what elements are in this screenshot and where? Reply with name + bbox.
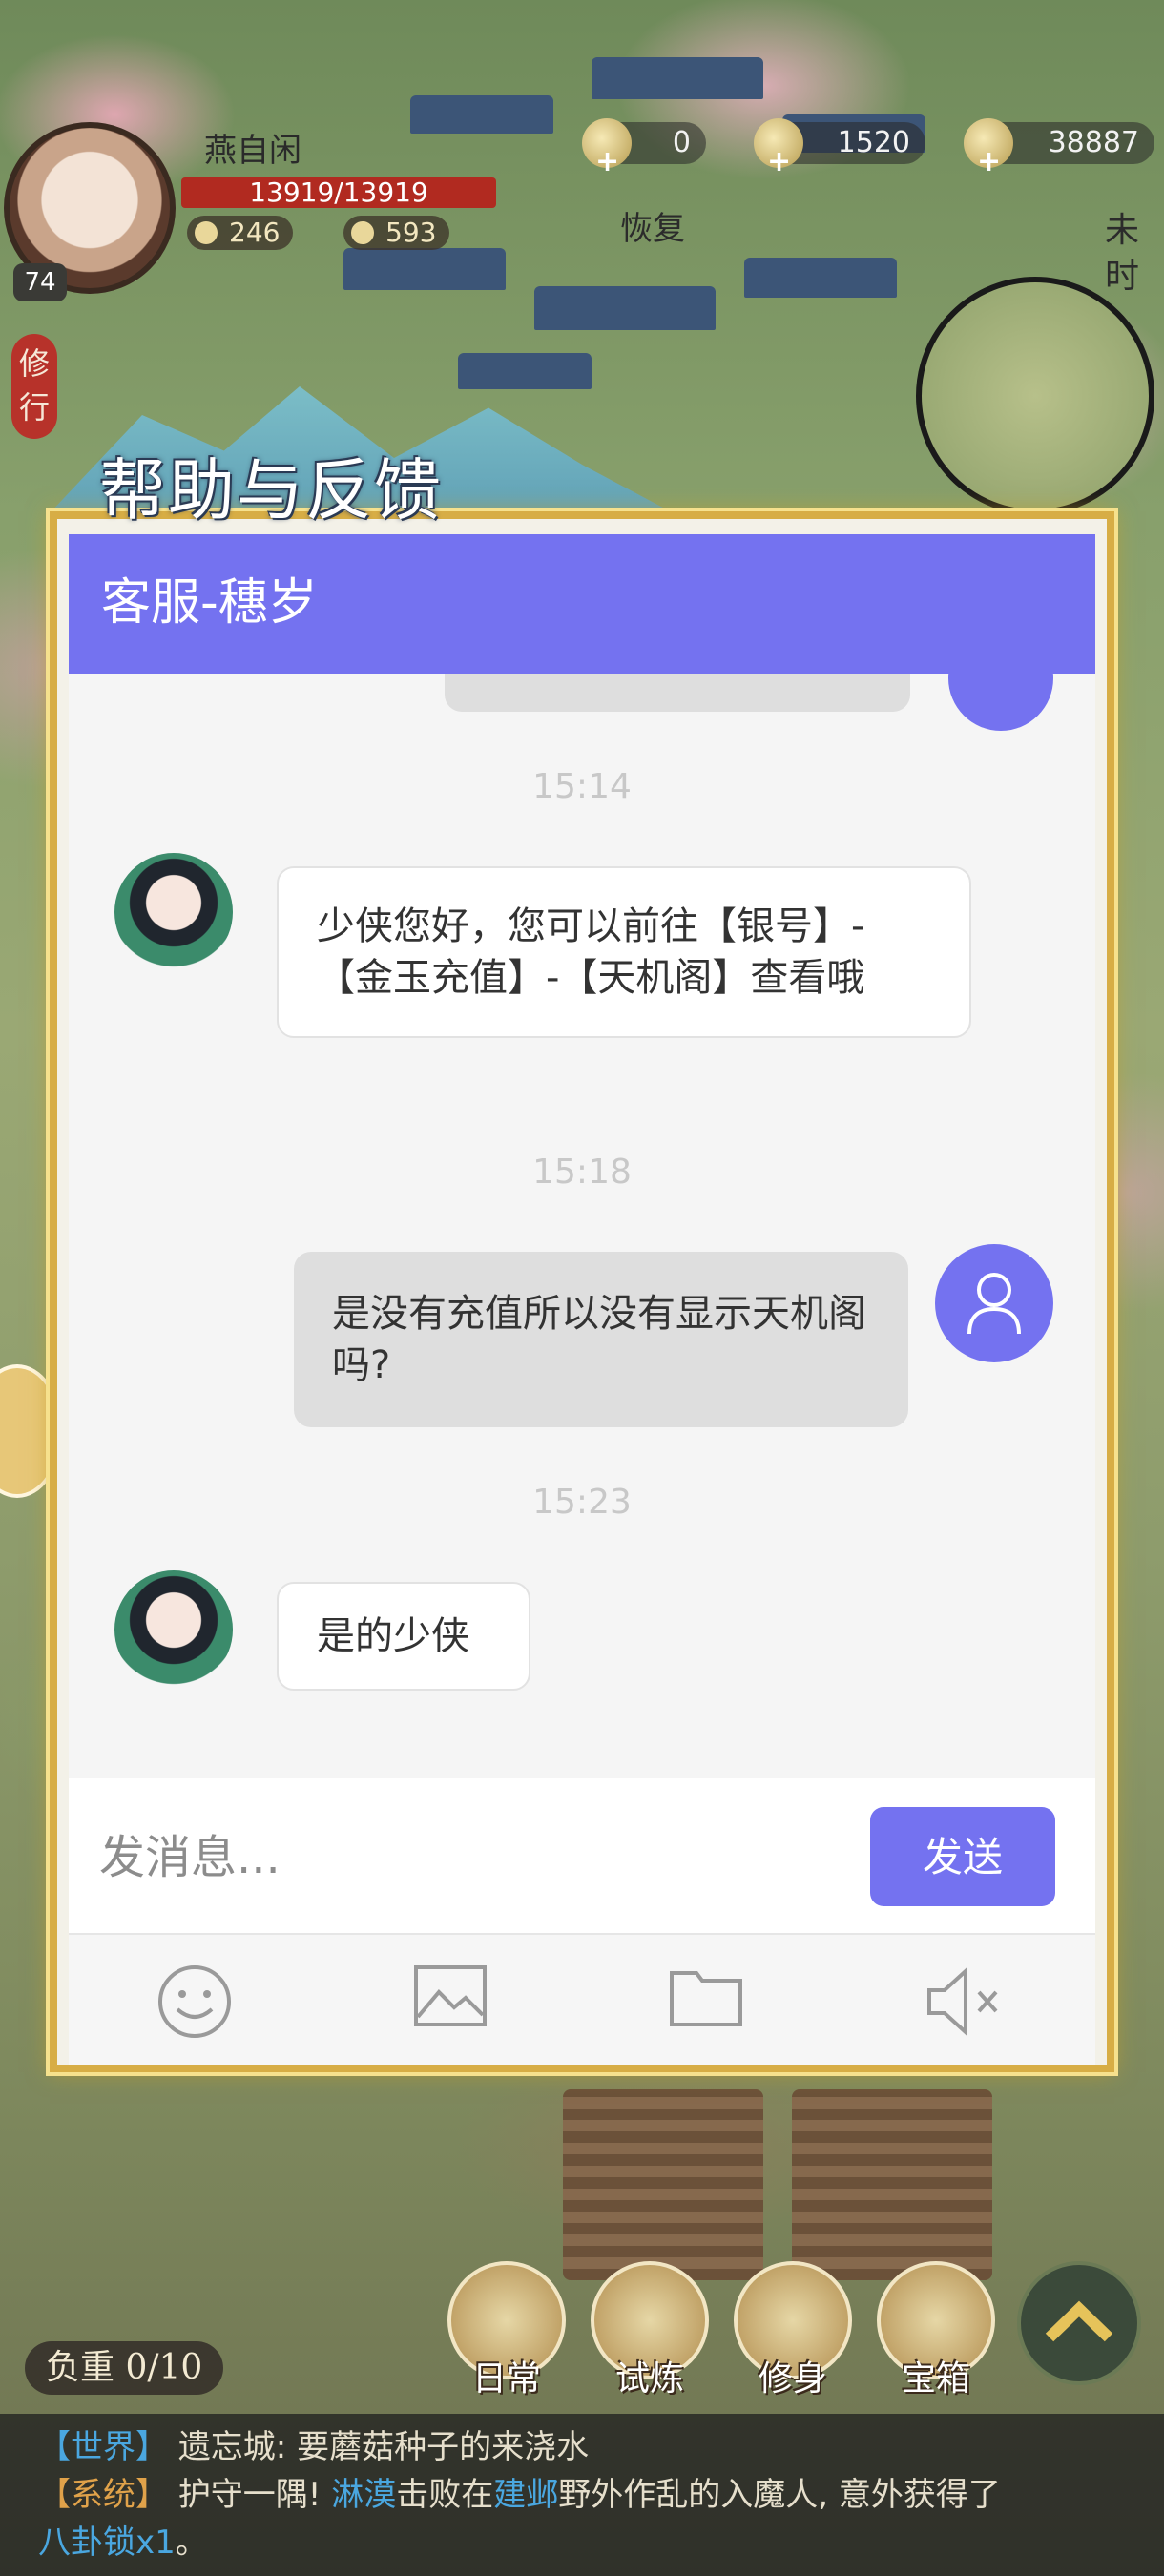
cultivate-button[interactable]: 修行 (11, 334, 57, 439)
trial-button[interactable]: 试炼 (588, 2261, 712, 2400)
level-badge: 74 (13, 263, 67, 301)
message-composer: 发送 (69, 1778, 1095, 1933)
chat-line-text: 野外作乱的入魔人, 意外获得了 (558, 2476, 1001, 2514)
support-chat-panel: 客服-穗岁 15:14 少侠您好，您可以前往【银号】-【金玉充值】-【天机阁】查… (69, 534, 1095, 2065)
stat-right: 593 (343, 216, 450, 250)
message-input[interactable] (97, 1811, 883, 1904)
chat-line: 八卦锁x1。 (38, 2519, 1164, 2566)
stat-left-value: 246 (229, 217, 281, 248)
folder-icon[interactable] (668, 1963, 754, 2040)
bun-icon (351, 221, 374, 244)
plus-icon: + (595, 145, 620, 178)
resource-jade[interactable]: + 0 (582, 118, 706, 178)
item-link[interactable]: 八卦锁x1 (38, 2524, 176, 2562)
cultivation-button[interactable]: 修身 (731, 2261, 855, 2400)
agent-message-bubble: 少侠您好，您可以前往【银号】-【金玉充值】-【天机阁】查看哦 (277, 866, 971, 1038)
farm-field (792, 2089, 992, 2280)
send-button[interactable]: 发送 (870, 1807, 1055, 1906)
agent-avatar (114, 853, 233, 971)
channel-tag-world: 【世界】 (38, 2428, 168, 2466)
chat-line-text: 击败在 (396, 2476, 494, 2514)
dialog-title: 帮助与反馈 (99, 451, 443, 530)
chat-toolbar (69, 1933, 1095, 2065)
player-name: 燕自闲 (204, 132, 301, 170)
resource-gold-value: 38887 (1048, 126, 1139, 159)
previous-user-bubble (445, 674, 910, 712)
chat-header-title: 客服-穗岁 (101, 574, 318, 632)
message-timestamp: 15:14 (532, 767, 632, 806)
chat-message-list[interactable]: 15:14 少侠您好，您可以前往【银号】-【金玉充值】-【天机阁】查看哦 15:… (69, 674, 1095, 1778)
restore-label[interactable]: 恢复 (620, 202, 685, 249)
resource-gold[interactable]: + 38887 (964, 118, 1154, 178)
agent-message-bubble: 是的少侠 (277, 1582, 530, 1691)
chevron-up-icon (1045, 2300, 1113, 2342)
smile-icon[interactable] (156, 1963, 242, 2040)
image-icon[interactable] (412, 1963, 498, 2040)
agent-avatar (114, 1570, 233, 1689)
user-icon (967, 1273, 1021, 1335)
world-chat-log[interactable]: 【世界】 遗忘城: 要蘑菇种子的来浇水 【系统】 护守一隅! 淋漠击败在建邺野外… (0, 2414, 1164, 2576)
treasure-chest-button[interactable]: 宝箱 (874, 2261, 998, 2400)
chat-line: 【世界】 遗忘城: 要蘑菇种子的来浇水 (38, 2423, 1164, 2471)
resource-silver-value: 1520 (837, 126, 910, 159)
stat-left: 246 (187, 216, 294, 250)
minimap[interactable] (916, 277, 1154, 515)
location-link[interactable]: 建邺 (493, 2476, 558, 2514)
user-message-bubble: 是没有充值所以没有显示天机阁吗? (294, 1252, 908, 1427)
mute-icon[interactable] (924, 1963, 1009, 2040)
daily-button[interactable]: 日常 (445, 2261, 569, 2400)
plus-icon: + (977, 145, 1002, 178)
user-avatar (948, 674, 1053, 731)
stat-right-value: 593 (385, 217, 437, 248)
chat-line-text: 遗忘城: 要蘑菇种子的来浇水 (177, 2428, 590, 2466)
message-timestamp: 15:18 (532, 1153, 632, 1192)
message-timestamp: 15:23 (532, 1483, 632, 1522)
chat-line: 【系统】 护守一隅! 淋漠击败在建邺野外作乱的入魔人, 意外获得了 (38, 2471, 1164, 2519)
channel-tag-system: 【系统】 (38, 2476, 168, 2514)
daily-label: 日常 (471, 2359, 541, 2399)
expand-menu-button[interactable] (1017, 2261, 1141, 2385)
hp-bar: 13919/13919 (181, 177, 496, 208)
user-avatar (935, 1244, 1053, 1362)
plus-icon: + (767, 145, 792, 178)
load-capacity: 负重 0/10 (25, 2341, 224, 2395)
cultivation-label: 修身 (758, 2359, 827, 2399)
treasure-chest-label: 宝箱 (901, 2359, 970, 2399)
chat-line-text: 护守一隅! (177, 2476, 332, 2514)
coin-icon (195, 221, 218, 244)
chat-header: 客服-穗岁 (69, 534, 1095, 674)
game-time-label: 未时 (1105, 211, 1140, 296)
trial-label: 试炼 (614, 2359, 684, 2399)
player-name-link[interactable]: 淋漠 (331, 2476, 396, 2514)
resource-jade-value: 0 (672, 126, 691, 159)
resource-silver[interactable]: + 1520 (754, 118, 925, 178)
chat-line-text: 。 (175, 2524, 208, 2562)
farm-field (563, 2089, 763, 2280)
